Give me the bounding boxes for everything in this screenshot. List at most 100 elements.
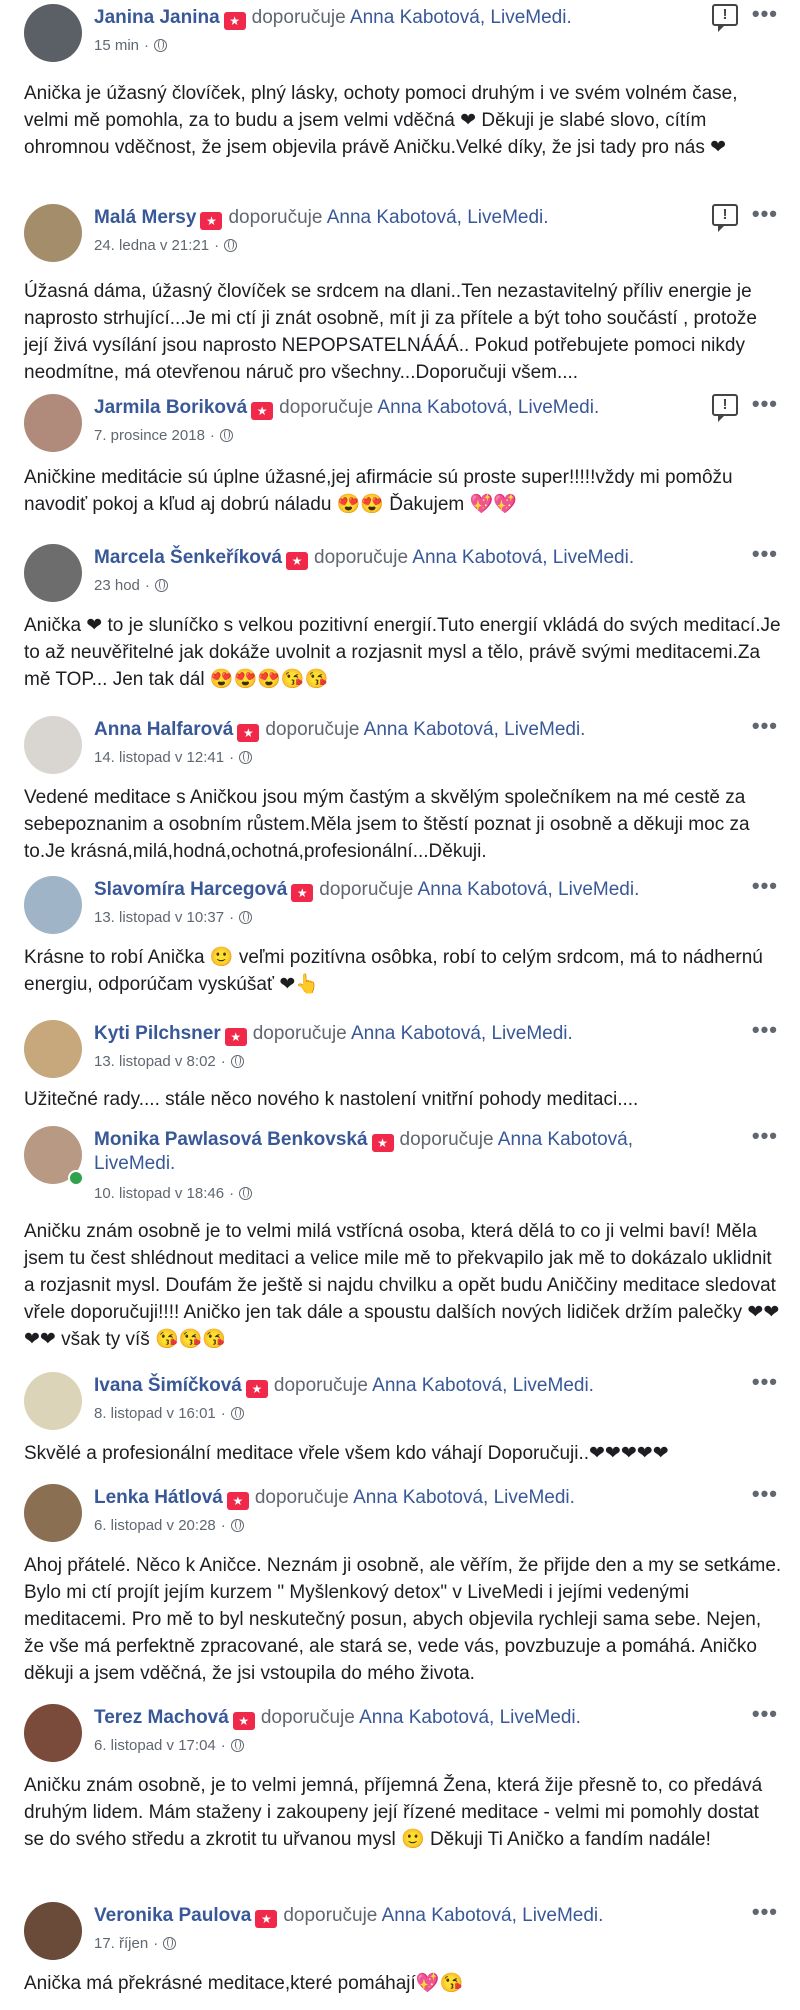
more-options-icon[interactable]: •••: [752, 1483, 778, 1505]
recommend-verb: doporučuje: [279, 397, 374, 418]
reviewer-name[interactable]: Ivana Šimíčková: [94, 1375, 242, 1396]
more-options-icon[interactable]: •••: [752, 875, 778, 897]
review-header: Lenka Hátlová ★ doporučuje Anna Kabotová, …: [94, 1486, 700, 1510]
page-link[interactable]: Anna Kabotová, LiveMedi.: [418, 879, 640, 900]
review-header: Jarmila Boriková ★ doporučuje Anna Kabotov…: [94, 396, 700, 420]
timestamp[interactable]: 13. listopad v 10:37: [94, 909, 224, 926]
page-link[interactable]: Anna Kabotová, LiveMedi.: [377, 397, 599, 418]
page-link[interactable]: Anna Kabotová, LiveMedi.: [412, 547, 634, 568]
recommend-verb: doporučuje: [254, 1487, 349, 1508]
more-options-icon[interactable]: •••: [752, 1371, 778, 1393]
review-text: Anička ❤ to je sluníčko s velkou pozitiv…: [24, 615, 781, 690]
review-text: Krásne to robí Anička 🙂 veľmi pozitívna …: [24, 947, 763, 995]
avatar[interactable]: [24, 716, 82, 774]
more-options-icon[interactable]: •••: [752, 203, 778, 225]
more-options-icon[interactable]: •••: [752, 393, 778, 415]
reviewer-name[interactable]: Terez Machová: [94, 1707, 229, 1728]
globe-icon: [154, 579, 168, 592]
review-header: Veronika Paulova ★ doporučuje Anna Kabotov…: [94, 1904, 700, 1928]
recommend-icon: ★: [245, 1380, 268, 1398]
review-item: Terez Machová ★ doporučuje Anna Kabotová, …: [0, 1700, 800, 1850]
page-link[interactable]: Anna Kabotová, LiveMedi.: [350, 7, 572, 28]
recommend-icon: ★: [232, 1712, 255, 1730]
page-link[interactable]: Anna Kabotová, LiveMedi.: [327, 207, 549, 228]
more-options-icon[interactable]: •••: [752, 715, 778, 737]
page-link[interactable]: Anna Kabotová, LiveMedi.: [353, 1487, 575, 1508]
recommend-icon: ★: [200, 212, 223, 230]
avatar[interactable]: [24, 1020, 82, 1078]
review-item: Ivana Šimíčková ★ doporučuje Anna Kabotová…: [0, 1368, 800, 1480]
timestamp[interactable]: 6. listopad v 20:28: [94, 1517, 216, 1534]
recommend-icon: ★: [226, 1492, 249, 1510]
reviewer-name[interactable]: Marcela Šenkeříková: [94, 547, 282, 568]
review-meta: 23 hod ·: [94, 576, 168, 596]
page-link[interactable]: Anna Kabotová, LiveMedi.: [382, 1905, 604, 1926]
reviewer-name[interactable]: Jarmila Boriková: [94, 397, 247, 418]
avatar[interactable]: [24, 1484, 82, 1542]
review-meta: 17. říjen ·: [94, 1934, 177, 1954]
timestamp[interactable]: 24. ledna v 21:21: [94, 237, 209, 254]
more-options-icon[interactable]: •••: [752, 543, 778, 565]
timestamp[interactable]: 13. listopad v 8:02: [94, 1053, 216, 1070]
report-icon[interactable]: !: [712, 4, 738, 32]
reviewer-name[interactable]: Lenka Hátlová: [94, 1487, 223, 1508]
timestamp[interactable]: 7. prosince 2018: [94, 427, 205, 444]
recommend-icon: ★: [237, 724, 260, 742]
reviewer-name[interactable]: Monika Pawlasová Benkovská: [94, 1129, 368, 1150]
recommend-verb: doporučuje: [252, 1023, 347, 1044]
avatar[interactable]: [24, 544, 82, 602]
avatar[interactable]: [24, 1902, 82, 1960]
reviewer-name[interactable]: Slavomíra Harcegová: [94, 879, 287, 900]
review-meta: 10. listopad v 18:46 ·: [94, 1184, 253, 1204]
timestamp[interactable]: 14. listopad v 12:41: [94, 749, 224, 766]
review-item: Jarmila Boriková ★ doporučuje Anna Kabotov…: [0, 390, 800, 515]
timestamp[interactable]: 23 hod: [94, 577, 140, 594]
timestamp[interactable]: 10. listopad v 18:46: [94, 1185, 224, 1202]
page-link[interactable]: Anna Kabotová, LiveMedi.: [372, 1375, 594, 1396]
more-options-icon[interactable]: •••: [752, 1019, 778, 1041]
avatar[interactable]: [24, 204, 82, 262]
avatar[interactable]: [24, 876, 82, 934]
report-icon[interactable]: !: [712, 394, 738, 422]
review-header: Ivana Šimíčková ★ doporučuje Anna Kabotová…: [94, 1374, 700, 1398]
review-meta: 24. ledna v 21:21 ·: [94, 236, 238, 256]
report-icon[interactable]: !: [712, 204, 738, 232]
review-item: Monika Pawlasová Benkovská ★ doporučuje An…: [0, 1122, 800, 1350]
avatar[interactable]: [24, 1704, 82, 1762]
review-header: Monika Pawlasová Benkovská ★ doporučuje An…: [94, 1128, 700, 1176]
review-header: Terez Machová ★ doporučuje Anna Kabotová, …: [94, 1706, 700, 1730]
review-text: Anička má překrásné meditace,které pomáh…: [24, 1973, 464, 1994]
more-options-icon[interactable]: •••: [752, 1125, 778, 1147]
review-header: Kyti Pilchsner ★ doporučuje Anna Kabotová,…: [94, 1022, 700, 1046]
globe-icon: [219, 429, 233, 442]
more-options-icon[interactable]: •••: [752, 1901, 778, 1923]
timestamp[interactable]: 15 min: [94, 37, 139, 54]
recommend-icon: ★: [224, 1028, 247, 1046]
page-link[interactable]: Anna Kabotová, LiveMedi.: [351, 1023, 573, 1044]
avatar[interactable]: [24, 1372, 82, 1430]
review-meta: 6. listopad v 17:04 ·: [94, 1736, 244, 1756]
reviewer-name[interactable]: Veronika Paulova: [94, 1905, 251, 1926]
recommend-verb: doporučuje: [273, 1375, 368, 1396]
page-link[interactable]: Anna Kabotová, LiveMedi.: [364, 719, 586, 740]
timestamp[interactable]: 17. říjen: [94, 1935, 148, 1952]
reviewer-name[interactable]: Anna Halfarová: [94, 719, 233, 740]
recommend-verb: doporučuje: [283, 1905, 378, 1926]
more-options-icon[interactable]: •••: [752, 1703, 778, 1725]
timestamp[interactable]: 8. listopad v 16:01: [94, 1405, 216, 1422]
review-item: Slavomíra Harcegová ★ doporučuje Anna Kabo…: [0, 872, 800, 995]
page-link[interactable]: Anna Kabotová, LiveMedi.: [359, 1707, 581, 1728]
recommend-verb: doporučuje: [399, 1129, 494, 1150]
avatar[interactable]: [24, 394, 82, 452]
reviewer-name[interactable]: Janina Janina: [94, 7, 220, 28]
timestamp[interactable]: 6. listopad v 17:04: [94, 1737, 216, 1754]
review-text: Ahoj přátelé. Něco k Aničce. Neznám ji o…: [24, 1555, 782, 1684]
review-meta: 15 min ·: [94, 36, 168, 56]
globe-icon: [154, 39, 168, 52]
more-options-icon[interactable]: •••: [752, 3, 778, 25]
avatar[interactable]: [24, 4, 82, 62]
reviewer-name[interactable]: Kyti Pilchsner: [94, 1023, 221, 1044]
globe-icon: [239, 1187, 253, 1200]
reviewer-name[interactable]: Malá Mersy: [94, 207, 196, 228]
globe-icon: [230, 1407, 244, 1420]
